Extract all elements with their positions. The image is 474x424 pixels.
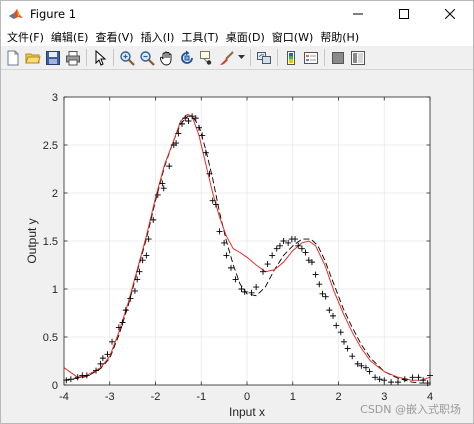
window-controls bbox=[335, 1, 473, 27]
menu-insert[interactable]: 插入(I) bbox=[139, 29, 180, 45]
y-tick-label: 2 bbox=[52, 188, 58, 200]
save-button[interactable] bbox=[44, 49, 62, 67]
link-plot-button[interactable] bbox=[255, 49, 273, 67]
brush-icon bbox=[220, 50, 234, 65]
x-tick-label: -3 bbox=[105, 391, 115, 403]
legend-icon bbox=[304, 51, 318, 64]
menu-view[interactable]: 查看(V) bbox=[93, 29, 138, 45]
colorbar-button[interactable] bbox=[282, 49, 300, 67]
brush-button[interactable] bbox=[218, 49, 236, 67]
figure-canvas[interactable]: -4 -3 -2 -1 0 1 2 3 4 0 0.5 1 1.5 2 2.5 3 Input x Outpu… bbox=[1, 71, 473, 423]
legend-button[interactable] bbox=[302, 49, 320, 67]
link-plot-icon bbox=[257, 51, 271, 64]
menu-tools[interactable]: 工具(T) bbox=[179, 29, 223, 45]
x-tick-label: 1 bbox=[290, 391, 296, 403]
pan-button[interactable] bbox=[158, 49, 176, 67]
rotate-3d-button[interactable] bbox=[178, 49, 196, 67]
y-axis-label: Output y bbox=[25, 218, 39, 263]
x-tick-label: -2 bbox=[151, 391, 161, 403]
edit-plot-button[interactable] bbox=[91, 49, 109, 67]
x-tick-label: -1 bbox=[196, 391, 206, 403]
save-icon bbox=[46, 50, 60, 65]
chevron-down-icon bbox=[238, 55, 245, 59]
menu-file[interactable]: 文件(F) bbox=[5, 29, 49, 45]
x-axis-label: Input x bbox=[229, 405, 265, 419]
window-title: Figure 1 bbox=[30, 7, 77, 21]
brush-dropdown-button[interactable] bbox=[238, 49, 245, 67]
matlab-logo-icon bbox=[8, 6, 24, 22]
toolbar-separator bbox=[277, 49, 278, 66]
open-file-icon bbox=[25, 53, 41, 63]
toolbar-separator bbox=[86, 49, 87, 66]
rotate-3d-icon bbox=[181, 50, 193, 64]
watermark: CSDN @嵌入式职场 bbox=[360, 403, 461, 416]
menu-desktop[interactable]: 桌面(D) bbox=[224, 29, 270, 45]
zoom-in-icon bbox=[120, 50, 135, 66]
menu-bar: 文件(F) 编辑(E) 查看(V) 插入(I) 工具(T) 桌面(D) 窗口(W… bbox=[1, 27, 473, 46]
figure-window: Figure 1 文件(F) 编辑(E) 查看(V) 插入(I) 工具(T) 桌… bbox=[0, 0, 474, 424]
data-cursor-button[interactable] bbox=[198, 49, 216, 67]
toolbar-separator bbox=[113, 49, 114, 66]
minimize-icon bbox=[353, 13, 363, 15]
maximize-button[interactable] bbox=[381, 1, 427, 27]
data-cursor-icon bbox=[200, 50, 212, 65]
figure-toolbar bbox=[1, 46, 473, 70]
title-bar[interactable]: Figure 1 bbox=[1, 1, 473, 27]
y-tick-label: 3 bbox=[52, 92, 58, 104]
y-tick-label: 2.5 bbox=[43, 140, 58, 152]
print-button[interactable] bbox=[64, 49, 82, 67]
new-figure-icon bbox=[7, 50, 19, 65]
y-tick-label: 1 bbox=[52, 284, 58, 296]
toolbar-separator bbox=[324, 49, 325, 66]
x-tick-label: 0 bbox=[244, 391, 250, 403]
print-icon bbox=[66, 50, 80, 65]
hide-plot-tools-icon bbox=[332, 51, 344, 64]
hide-plot-tools-button[interactable] bbox=[329, 49, 347, 67]
y-tick-label: 1.5 bbox=[43, 236, 58, 248]
colorbar-icon bbox=[287, 50, 295, 65]
menu-edit[interactable]: 编辑(E) bbox=[49, 29, 94, 45]
minimize-button[interactable] bbox=[335, 1, 381, 27]
maximize-icon bbox=[399, 9, 409, 19]
close-icon bbox=[445, 9, 455, 19]
x-tick-label: 2 bbox=[335, 391, 341, 403]
show-plot-tools-button[interactable] bbox=[349, 49, 367, 67]
x-tick-label: -4 bbox=[59, 391, 69, 403]
menu-help[interactable]: 帮助(H) bbox=[318, 29, 364, 45]
select-arrow-icon bbox=[95, 49, 107, 66]
y-tick-label: 0 bbox=[52, 380, 58, 392]
plot-axes[interactable]: -4 -3 -2 -1 0 1 2 3 400.511.522.53 Input x Outpu… bbox=[1, 71, 473, 423]
pan-hand-icon bbox=[160, 51, 172, 65]
zoom-in-button[interactable] bbox=[118, 49, 136, 67]
toolbar-separator bbox=[250, 49, 251, 66]
zoom-out-icon bbox=[140, 50, 155, 66]
open-file-button[interactable] bbox=[24, 49, 42, 67]
zoom-out-button[interactable] bbox=[138, 49, 156, 67]
new-figure-button[interactable] bbox=[4, 49, 22, 67]
menu-window[interactable]: 窗口(W) bbox=[270, 29, 318, 45]
close-button[interactable] bbox=[427, 1, 473, 27]
show-plot-tools-icon bbox=[351, 50, 365, 65]
y-tick-label: 0.5 bbox=[43, 332, 58, 344]
